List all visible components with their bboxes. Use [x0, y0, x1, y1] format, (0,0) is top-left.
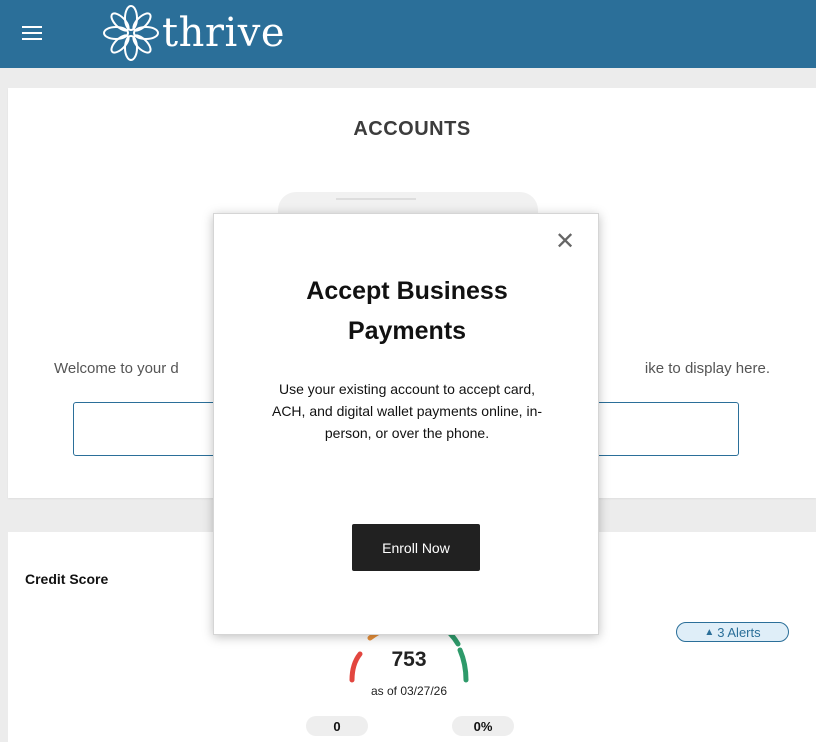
welcome-text-right: ike to display here.	[644, 360, 770, 377]
gauge-red-segment	[349, 651, 363, 683]
logo-text: thrive	[162, 10, 286, 56]
gauge-green-segment	[441, 625, 469, 683]
promo-modal: ✕ Accept Business Payments Use your exis…	[213, 213, 599, 635]
illustration-line	[336, 198, 416, 200]
top-bar: thrive	[0, 0, 816, 68]
alerts-label: 3 Alerts	[717, 624, 761, 640]
bell-icon: ▲	[704, 626, 715, 638]
alerts-badge[interactable]: ▲ 3 Alerts	[676, 622, 789, 642]
modal-body: Use your existing account to accept card…	[271, 381, 543, 441]
score-stat-utilization: 0%	[452, 716, 514, 736]
modal-title: Accept Business Payments	[306, 277, 508, 345]
enroll-now-button[interactable]: Enroll Now	[352, 524, 480, 571]
menu-icon[interactable]	[22, 22, 46, 46]
accounts-title: ACCOUNTS	[353, 118, 471, 140]
welcome-text-left: Welcome to your d	[54, 360, 179, 377]
score-stat-change: 0	[306, 716, 368, 736]
thrive-flower-logo-icon	[103, 5, 159, 61]
logo[interactable]: thrive	[98, 2, 285, 64]
credit-score-value: 753	[391, 648, 427, 671]
credit-score-date: as of 03/27/26	[370, 684, 448, 698]
close-icon[interactable]: ✕	[552, 227, 578, 255]
credit-score-title: Credit Score	[25, 571, 109, 587]
